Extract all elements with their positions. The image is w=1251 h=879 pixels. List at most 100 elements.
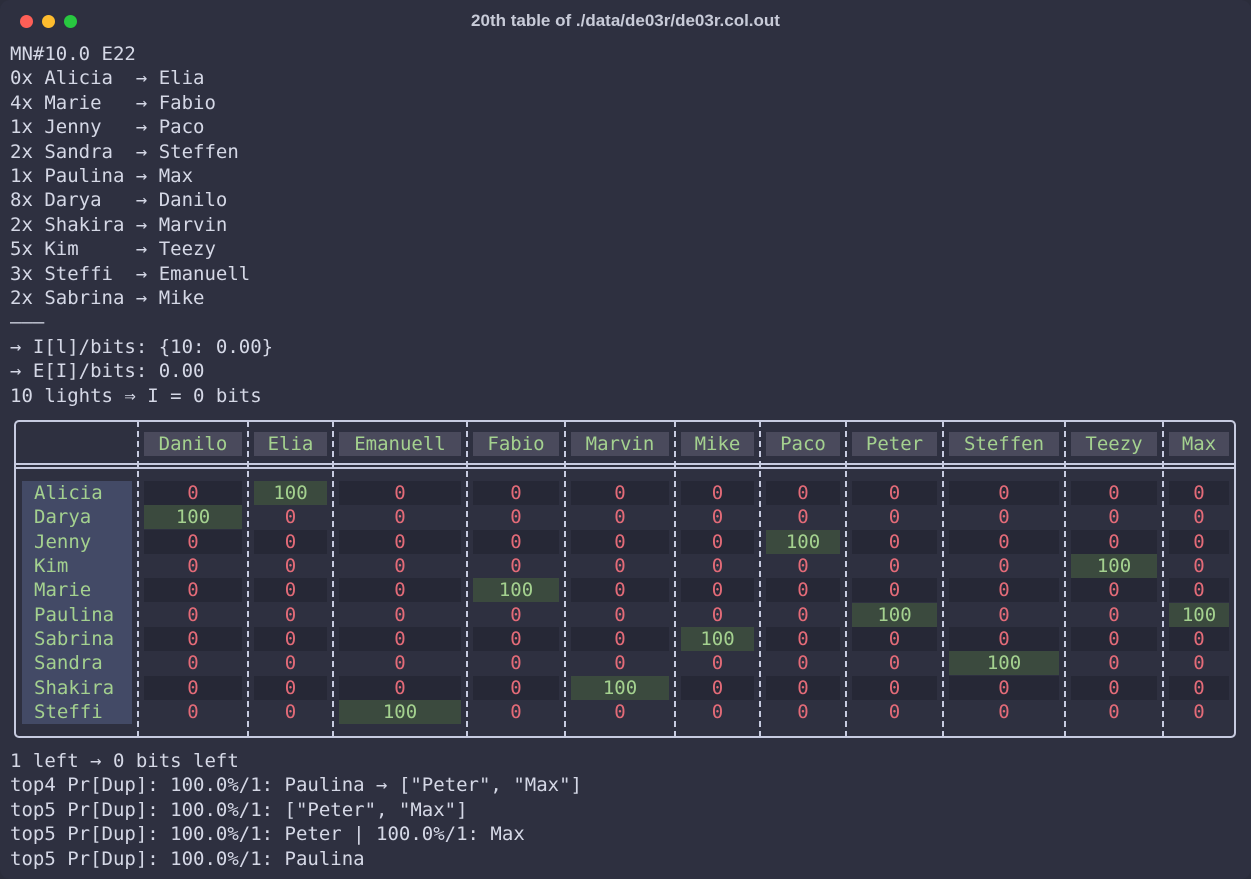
table-cell: 0	[1108, 701, 1120, 724]
table-cell: 0	[681, 578, 754, 603]
table-cell: 0	[339, 481, 461, 505]
column-header: Paco	[766, 432, 840, 456]
table-cell: 0	[1071, 675, 1157, 700]
footer-line: top4 Pr[Dup]: 100.0%/1: Paulina → ["Pete…	[10, 774, 582, 797]
table-cell: 0	[144, 481, 242, 505]
table-cell: 0	[510, 603, 522, 626]
table-cell: 0	[1169, 627, 1229, 652]
table-cell: 0	[711, 701, 724, 724]
table-cell: 0	[473, 627, 559, 652]
log-line: MN#10.0 E22	[10, 43, 136, 65]
log-line: 3x Steffi → Emanuell	[10, 262, 251, 285]
table-cell: 0	[1169, 481, 1229, 505]
table-cell: 0	[254, 627, 327, 652]
table-cell: 0	[284, 603, 297, 626]
log-line: 2x Shakira → Marvin	[10, 213, 228, 236]
table-cell: 0	[1169, 578, 1229, 603]
table-cell: 0	[254, 675, 327, 700]
header-divider	[15, 463, 1235, 465]
table-cell: 0	[949, 529, 1059, 554]
column-header: Elia	[254, 432, 327, 456]
column-header: Fabio	[473, 432, 559, 456]
table-cell: 0	[949, 481, 1059, 505]
table-cell: 0	[1108, 603, 1120, 626]
column-header: Steffen	[949, 432, 1059, 456]
table-cell: 0	[711, 652, 724, 675]
table-cell: 0	[187, 701, 199, 724]
table-cell: 100	[1071, 554, 1157, 579]
column-header: Marvin	[571, 432, 669, 456]
table-cell: 0	[949, 675, 1059, 700]
table-cell: 0	[284, 701, 297, 724]
row-label: Alicia	[34, 482, 103, 504]
table-cell: 0	[284, 652, 297, 675]
table-cell: 0	[1169, 675, 1229, 700]
header-divider	[15, 467, 1235, 469]
table-cell: 0	[510, 506, 522, 529]
log-line: 0x Alicia → Elia	[10, 67, 205, 90]
table-cell: 0	[473, 529, 559, 554]
table-cell: 0	[852, 675, 937, 700]
log-line: 4x Marie → Fabio	[10, 91, 216, 114]
table-cell: 0	[571, 578, 669, 603]
table-cell: 0	[510, 701, 522, 724]
table-cell: 0	[614, 652, 626, 675]
row-label: Kim	[34, 555, 69, 578]
table-cell: 100	[473, 578, 559, 603]
table-cell: 0	[144, 578, 242, 603]
table-cell: 0	[766, 627, 840, 652]
table-cell: 0	[1108, 506, 1120, 529]
table-cell: 0	[187, 555, 199, 578]
table-cell: 0	[339, 675, 461, 700]
table-cell: 0	[766, 675, 840, 700]
table-cell: 0	[339, 529, 461, 554]
log-line: ———	[10, 311, 45, 334]
table-cell: 100	[852, 602, 937, 627]
table-cell: 0	[852, 578, 937, 603]
table-cell: 0	[144, 675, 242, 700]
table-cell: 100	[766, 529, 840, 554]
table-cell: 0	[797, 652, 809, 675]
table-cell: 0	[510, 555, 522, 578]
window-title: 20th table of ./data/de03r/de03r.col.out	[471, 11, 780, 30]
table-cell: 0	[998, 701, 1010, 724]
column-header: Mike	[681, 432, 754, 456]
table-cell: 0	[144, 529, 242, 554]
table-cell: 100	[949, 651, 1059, 676]
row-label: Sandra	[34, 652, 103, 675]
table-cell: 0	[254, 529, 327, 554]
table-cell: 0	[1108, 652, 1120, 675]
row-label: Paulina	[34, 603, 115, 626]
footer-line: top5 Pr[Dup]: 100.0%/1: ["Peter", "Max"]	[10, 798, 468, 821]
terminal-window: 20th table of ./data/de03r/de03r.col.out…	[0, 0, 1251, 879]
table-cell: 0	[888, 652, 901, 675]
table-cell: 0	[888, 555, 901, 578]
row-label: Sabrina	[34, 628, 115, 651]
table-cell: 0	[888, 701, 901, 724]
log-line: → I[l]/bits: {10: 0.00}	[10, 335, 274, 358]
table-cell: 0	[339, 578, 461, 603]
table-cell: 0	[394, 603, 406, 626]
table-cell: 0	[187, 603, 199, 626]
table-cell: 0	[187, 652, 199, 675]
table-cell: 0	[949, 578, 1059, 603]
table-cell: 0	[571, 627, 669, 652]
table-cell: 0	[766, 481, 840, 505]
table-cell: 100	[571, 675, 669, 700]
table-cell: 0	[571, 481, 669, 505]
table-cell: 100	[339, 700, 461, 725]
table-cell: 0	[1071, 481, 1157, 505]
table-cell: 0	[510, 652, 522, 675]
table-cell: 100	[144, 505, 242, 530]
table-cell: 0	[1071, 578, 1157, 603]
log-line: 1x Paulina → Max	[10, 165, 194, 187]
log-line: 1x Jenny → Paco	[10, 116, 205, 139]
column-header: Peter	[852, 432, 937, 456]
table-cell: 0	[998, 506, 1010, 529]
log-line: 2x Sabrina → Mike	[10, 287, 205, 309]
column-header: Danilo	[144, 432, 242, 456]
table-cell: 0	[473, 481, 559, 505]
table-cell: 0	[681, 675, 754, 700]
table-cell: 0	[797, 555, 809, 578]
table-cell: 0	[1193, 506, 1205, 529]
